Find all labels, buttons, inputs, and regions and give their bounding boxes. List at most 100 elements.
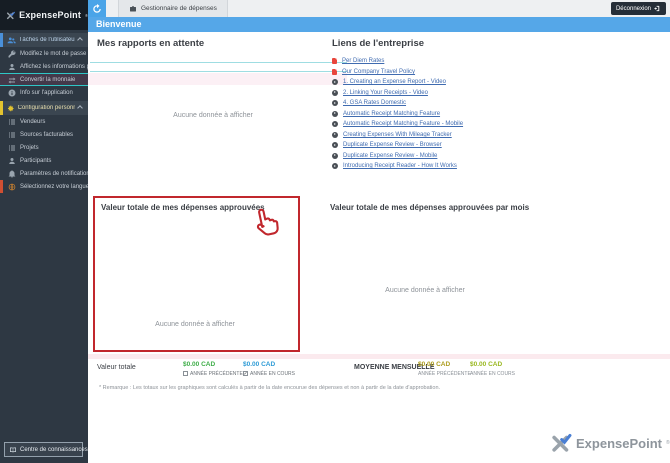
video-icon [332,121,338,127]
grid-line [90,62,347,63]
sidebar-item-label: Modifiez le mot de passe [20,51,86,57]
pending-reports-title: Mes rapports en attente [97,38,204,49]
sidebar-item-notification-settings[interactable]: Paramètres de notification [0,167,88,180]
monthly-current-year-label: ANNÉE EN COURS [470,371,515,377]
list-icon [8,118,16,126]
section-title: Tâches de l'utilisateur [19,37,75,43]
list-item[interactable]: 2. Linking Your Receipts - Video [332,88,463,99]
sidebar-item-projects[interactable]: Projets [0,141,88,154]
sidebar-header-personal-config[interactable]: Configuration personnelle [0,101,88,115]
hand-cursor-icon [244,201,287,246]
video-icon [332,132,338,138]
total-previous-year: $0.00 CAD ANNÉE PRÉCÉDENTE [183,361,243,377]
person-icon [8,63,16,71]
list-item[interactable]: 4. GSA Rates Domestic [332,98,463,109]
sidebar-item-label: Sélectionnez votre langue [20,184,88,190]
video-icon [332,90,338,96]
chevron-up-icon [77,105,83,111]
row-highlight [88,354,670,359]
total-current-year: $0.00 CAD ANNÉE EN COURS [243,361,295,377]
approved-monthly-empty-message: Aucune donnée à afficher [350,287,500,294]
sidebar-item-label: Affichez les informations person... [20,64,88,70]
video-icon [332,79,338,85]
bell-icon [8,170,16,178]
list-item[interactable]: Introducing Receipt Reader - How It Work… [332,161,463,172]
sidebar-item-label: Convertir la monnaie [20,77,75,83]
book-icon [9,446,17,454]
monthly-previous-year: $0.00 CAD ANNÉE PRÉCÉDENTE [418,361,471,377]
list-item[interactable]: Per Diem Rates [332,56,463,67]
person-icon [8,157,16,165]
home-refresh-button[interactable] [88,0,106,17]
company-links-title: Liens de l'entreprise [332,38,424,49]
monthly-current-year: $0.00 CAD ANNÉE EN COURS [470,361,515,377]
expensepoint-x-icon [6,9,15,22]
video-icon [332,163,338,169]
sidebar-item-label: Projets [20,145,39,151]
info-icon [8,89,16,97]
pdf-icon [332,69,337,75]
sidebar-item-label: Participants [20,158,51,164]
video-icon [332,142,338,148]
knowledge-center-label: Centre de connaissances [20,447,88,453]
key-icon [8,50,16,58]
globe-icon [8,183,16,191]
list-item[interactable]: Our Company Travel Policy [332,67,463,78]
footer-logo: ExpensePoint® [550,432,670,454]
list-icon [8,144,16,152]
previous-year-label: ANNÉE PRÉCÉDENTE [190,371,243,377]
logout-button[interactable]: Déconnexion [611,2,666,15]
expensepoint-window: ExpensePoint® Tâches de l'utilisateur Mo… [0,0,670,463]
sidebar-section-personal-config: Configuration personnelle Vendeurs Sourc… [0,101,88,193]
list-item[interactable]: Creating Expenses With Mileage Tracker [332,130,463,141]
list-item[interactable]: 1. Creating an Expense Report - Video [332,77,463,88]
sidebar-item-billable-sources[interactable]: Sources facturables [0,128,88,141]
current-year-checkbox[interactable] [243,371,248,376]
sidebar-header-user-tasks[interactable]: Tâches de l'utilisateur [0,33,88,47]
refresh-icon [92,4,102,14]
sidebar-item-personal-info[interactable]: Affichez les informations person... [0,60,88,73]
list-item[interactable]: Automatic Receipt Matching Feature [332,109,463,120]
pdf-icon [332,58,337,64]
monthly-previous-year-value: $0.00 CAD [418,361,471,368]
sidebar-item-change-password[interactable]: Modifiez le mot de passe [0,47,88,60]
app-logo: ExpensePoint® [0,0,88,30]
company-links-list: Per Diem Rates Our Company Travel Policy… [332,56,463,172]
sidebar-section-user-tasks: Tâches de l'utilisateur Modifiez le mot … [0,33,88,99]
chevron-up-icon [77,37,83,43]
total-current-year-value: $0.00 CAD [243,361,295,368]
brand-name: ExpensePoint [19,10,81,20]
list-item[interactable]: Duplicate Expense Review - Browser [332,140,463,151]
grid-row-highlight [88,73,347,85]
grid-line [90,71,347,72]
registered-mark: ® [666,440,670,446]
sidebar: ExpensePoint® Tâches de l'utilisateur Mo… [0,0,88,463]
sidebar-item-select-language[interactable]: Sélectionnez votre langue [0,180,88,193]
main-content: Mes rapports en attente Liens de l'entre… [88,32,670,463]
total-previous-year-value: $0.00 CAD [183,361,243,368]
previous-year-checkbox[interactable] [183,371,188,376]
sidebar-item-participants[interactable]: Participants [0,154,88,167]
briefcase-icon [129,5,137,13]
sidebar-item-app-info[interactable]: Info sur l'application [0,86,88,99]
video-icon [332,153,338,159]
monthly-previous-year-label: ANNÉE PRÉCÉDENTE [418,371,471,377]
section-title: Configuration personnelle [18,105,75,111]
video-icon [332,100,338,106]
knowledge-center-button[interactable]: Centre de connaissances [4,442,83,457]
list-item[interactable]: Automatic Receipt Matching Feature - Mob… [332,119,463,130]
pending-reports-empty-message: Aucune donnée à afficher [138,112,288,119]
sidebar-item-convert-currency[interactable]: Convertir la monnaie [0,73,88,86]
top-tab-bar: Gestionnaire de dépenses Déconnexion [88,0,670,17]
video-icon [332,111,338,117]
tab-expense-manager[interactable]: Gestionnaire de dépenses [118,0,228,17]
approved-expenses-title: Valeur totale de mes dépenses approuvées [101,203,265,212]
approved-monthly-title: Valeur totale de mes dépenses approuvées… [330,203,529,212]
sidebar-item-vendors[interactable]: Vendeurs [0,115,88,128]
tab-label: Gestionnaire de dépenses [141,5,217,12]
page-title: Bienvenue [88,17,670,32]
list-item[interactable]: Duplicate Expense Review - Mobile [332,151,463,162]
sidebar-item-label: Paramètres de notification [20,171,88,177]
monthly-current-year-value: $0.00 CAD [470,361,515,368]
users-icon [7,36,16,45]
